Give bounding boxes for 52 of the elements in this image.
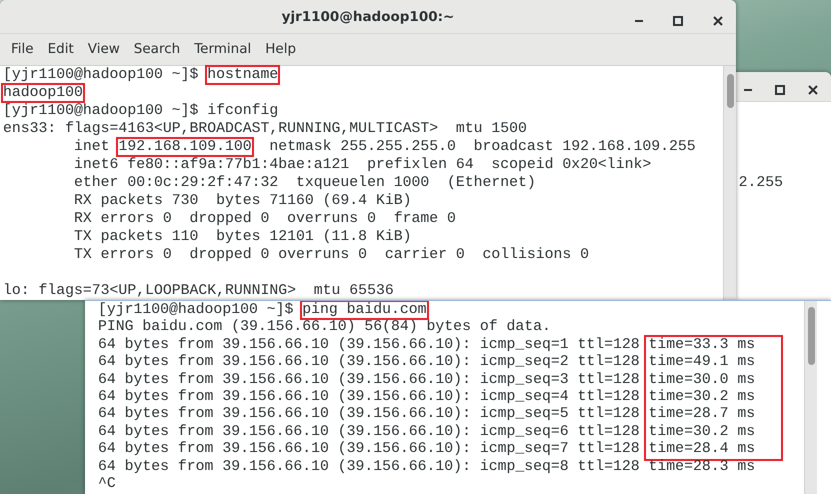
terminal-text: RX errors 0 dropped 0 overruns 0 frame 0 xyxy=(73,211,456,227)
terminal-text: TX packets 110 bytes 12101 (11.8 KiB) xyxy=(73,229,412,245)
terminal-text: lo: flags=73<UP,LOOPBACK,RUNNING> mtu 65536 xyxy=(3,283,394,299)
terminal-text: RX packets 730 bytes 71160 (69.4 KiB) xyxy=(73,193,412,209)
terminal-text: PING baidu.com (39.156.66.10) 56(84) bytes of data. xyxy=(98,319,551,336)
terminal-text: [yjr1100@hadoop100 ~]$ ifconfig xyxy=(3,103,278,119)
maximize-icon xyxy=(672,15,684,27)
highlighted-text: ping baidu.com xyxy=(302,302,427,318)
scrollbar[interactable] xyxy=(723,66,736,300)
terminal-text: inet6 fe80::af9a:77b1:4bae:a121 prefixlen 64 scopeid 0x20<link> xyxy=(73,157,652,173)
terminal-text: [yjr1100@hadoop100 ~]$ xyxy=(98,302,294,318)
terminal-text: 64 bytes from 39.156.66.10 (39.156.66.10): icmp_seq=8 ttl=128 xyxy=(98,458,641,475)
highlighted-text: 192.168.109.100 xyxy=(118,139,252,155)
terminal-text: time=28.3 ms xyxy=(648,458,756,476)
highlighted-text: time=33.3 ms xyxy=(644,334,784,354)
terminal-text: 64 bytes from 39.156.66.10 (39.156.66.10): icmp_seq=3 ttl=128 xyxy=(98,372,641,388)
terminal-text: [yjr1100@hadoop100 ~]$ xyxy=(3,67,200,83)
menu-item[interactable]: Help xyxy=(258,33,304,66)
terminal-text: inet xyxy=(73,139,111,155)
highlighted-text: time=30.2 ms xyxy=(644,388,784,406)
minimize-icon xyxy=(634,20,644,22)
close-icon xyxy=(712,15,724,27)
terminal-text: 2.255 xyxy=(738,174,783,192)
menu-item[interactable]: Terminal xyxy=(187,33,258,66)
close-icon xyxy=(807,84,819,96)
scrollbar-thumb[interactable] xyxy=(808,307,815,365)
terminal-text: 64 bytes from 39.156.66.10 (39.156.66.10): icmp_seq=7 ttl=128 xyxy=(98,441,641,458)
terminal-text: netmask 255.255.255.0 broadcast 192.168.109.255 xyxy=(268,139,696,155)
terminal-text: ens33: flags=4163<UP,BROADCAST,RUNNING,MULTICAST> mtu 1500 xyxy=(3,121,527,137)
scrollbar-thumb[interactable] xyxy=(727,74,734,108)
terminal-text: 64 bytes from 39.156.66.10 (39.156.66.10): icmp_seq=6 ttl=128 xyxy=(98,424,641,440)
maximize-icon xyxy=(774,84,786,96)
window-title: yjr1100@hadoop100:~ xyxy=(280,8,456,27)
highlighted-text: time=30.0 ms xyxy=(644,372,784,389)
highlighted-text: hostname xyxy=(207,67,278,83)
highlighted-text: time=28.7 ms xyxy=(644,406,784,424)
terminal-text: 64 bytes from 39.156.66.10 (39.156.66.10): icmp_seq=1 ttl=128 xyxy=(98,336,641,353)
menu-item[interactable]: Edit xyxy=(40,33,81,66)
highlighted-text: hadoop100 xyxy=(3,85,83,101)
terminal-text: TX errors 0 dropped 0 overruns 0 carrier 0 collisions 0 xyxy=(73,247,590,263)
terminal-text: 64 bytes from 39.156.66.10 (39.156.66.10): icmp_seq=2 ttl=128 xyxy=(98,354,641,370)
menu-item[interactable]: File xyxy=(4,33,41,66)
menu-item[interactable]: View xyxy=(80,33,127,66)
highlighted-text: time=49.1 ms xyxy=(644,354,784,372)
terminal-text: ^C xyxy=(98,476,116,492)
terminal-text: 64 bytes from 39.156.66.10 (39.156.66.10): icmp_seq=5 ttl=128 xyxy=(98,406,641,422)
terminal-text: ether 00:0c:29:2f:47:32 txqueuelen 1000 (Ethernet) xyxy=(73,175,536,191)
scrollbar[interactable] xyxy=(804,301,817,494)
highlighted-text: time=30.2 ms xyxy=(644,424,784,442)
menu-item[interactable]: Search xyxy=(126,33,188,66)
minimize-icon xyxy=(743,89,753,91)
terminal-text: 64 bytes from 39.156.66.10 (39.156.66.10): icmp_seq=4 ttl=128 xyxy=(98,388,641,405)
